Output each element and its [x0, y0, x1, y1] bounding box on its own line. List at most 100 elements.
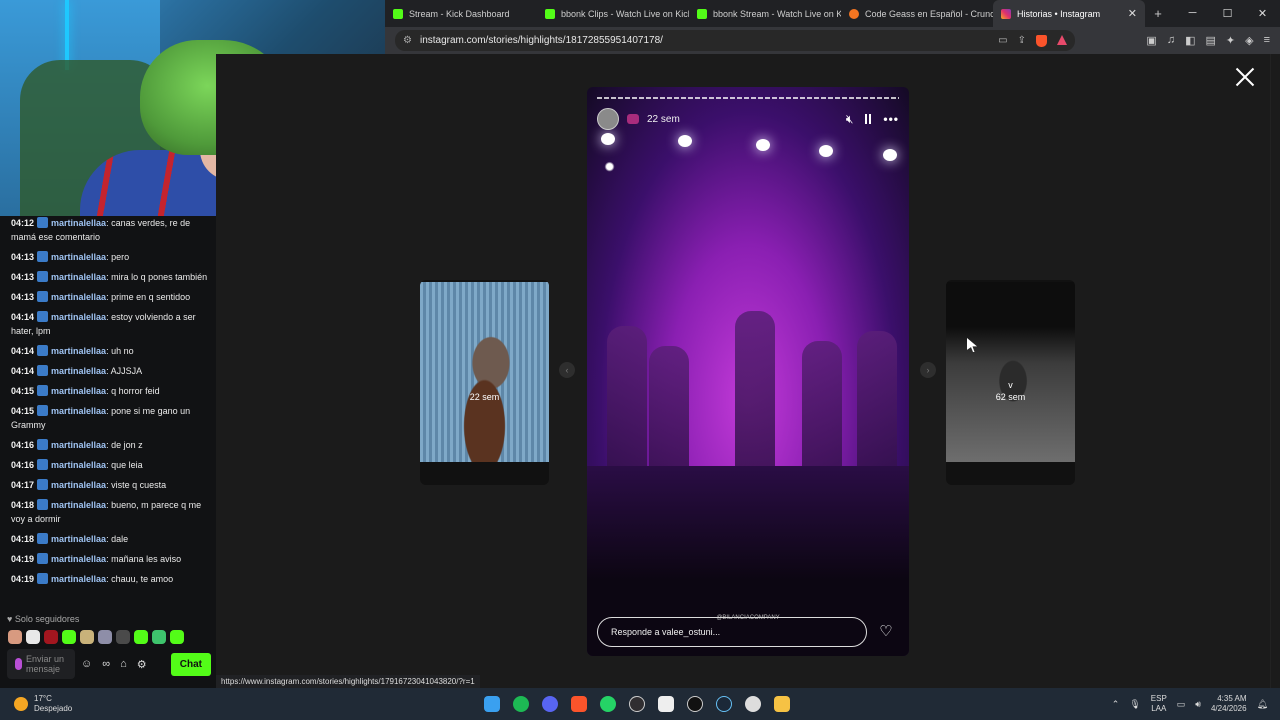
wallet-card-icon[interactable]: ▤ — [1205, 34, 1215, 47]
music-icon[interactable]: ♫ — [1167, 34, 1175, 47]
message-username[interactable]: martinalellaa — [51, 500, 106, 510]
previous-arrow-icon[interactable]: ‹ — [559, 362, 575, 378]
emote-icon[interactable] — [152, 630, 166, 644]
muted-speaker-icon[interactable]: 🔇︎ — [846, 112, 854, 127]
chat-input[interactable]: Enviar un mensaje — [7, 649, 75, 679]
more-options-icon[interactable]: ••• — [883, 112, 899, 126]
message-username[interactable]: martinalellaa — [51, 534, 106, 544]
message-username[interactable]: martinalellaa — [51, 440, 106, 450]
spotify-icon[interactable] — [513, 696, 529, 712]
emote-icon[interactable] — [116, 630, 130, 644]
taskbar-clock[interactable]: 4:35 AM 4/24/2026 — [1211, 694, 1247, 714]
site-settings-icon[interactable]: ⚙ — [403, 35, 412, 46]
message-username[interactable]: martinalellaa — [51, 460, 106, 470]
sun-icon — [14, 697, 28, 711]
notifications-icon[interactable]: 🔔︎ — [1257, 699, 1268, 710]
reply-input[interactable]: Responde a valee_ostuni... — [597, 617, 867, 647]
emote-picker-icon[interactable]: ☺ — [81, 658, 92, 670]
previous-story-preview[interactable]: 22 sem — [420, 280, 549, 485]
user-badge-icon — [37, 365, 49, 376]
message-username[interactable]: martinalellaa — [51, 554, 106, 564]
window-close-icon[interactable]: ✕ — [1245, 7, 1280, 20]
emote-icon[interactable] — [8, 630, 22, 644]
message-username[interactable]: martinalellaa — [51, 480, 106, 490]
previous-story-image — [420, 282, 549, 462]
wallet-icon[interactable]: ▣ — [1146, 34, 1156, 47]
g-hub-icon[interactable] — [687, 696, 703, 712]
user-badge-icon — [37, 439, 49, 450]
user-badge-icon — [37, 217, 49, 228]
discord-icon[interactable] — [542, 696, 558, 712]
message-time: 04:18 — [11, 534, 35, 544]
emote-icon[interactable] — [80, 630, 94, 644]
message-text: q horror feid — [111, 386, 160, 396]
menu-icon[interactable]: ≡ — [1264, 34, 1270, 47]
microphone-icon[interactable] — [15, 658, 22, 670]
connections-icon[interactable]: ∞ — [102, 658, 110, 670]
avatar[interactable] — [597, 108, 619, 130]
page-scrollbar[interactable] — [1270, 54, 1280, 688]
message-username[interactable]: martinalellaa — [51, 574, 106, 584]
mic-tray-icon[interactable]: 🎙︎ — [1129, 699, 1140, 710]
close-icon[interactable] — [1234, 66, 1256, 88]
chat-settings-icon[interactable]: ⚙ — [137, 658, 147, 671]
brave-icon[interactable] — [571, 696, 587, 712]
store-icon[interactable]: ⌂ — [120, 658, 127, 670]
leo-ai-icon[interactable]: ✦ — [1226, 34, 1235, 47]
close-tab-icon[interactable]: ✕ — [1128, 7, 1137, 20]
weather-widget[interactable]: 17°C Despejado — [0, 694, 200, 714]
whatsapp-icon[interactable] — [600, 696, 616, 712]
active-story[interactable]: 22 sem 🔇︎ ••• @BILANCIACOMPANY Responde … — [587, 87, 909, 656]
chat-message-list[interactable]: 04:12 martinalellaa: canas verdes, re de … — [0, 216, 216, 608]
message-username[interactable]: martinalellaa — [51, 272, 106, 282]
new-tab-button[interactable]: + — [1145, 6, 1171, 21]
message-username[interactable]: martinalellaa — [51, 218, 106, 228]
next-story-preview[interactable]: v 62 sem — [946, 280, 1075, 485]
volume-icon[interactable]: 🔊︎ — [1195, 699, 1201, 710]
tab-instagram[interactable]: Historias • Instagram ✕ — [993, 0, 1145, 27]
status-bar-url: https://www.instagram.com/stories/highli… — [216, 675, 480, 688]
sidebar-icon[interactable]: ◧ — [1185, 34, 1195, 47]
language-indicator[interactable]: ESP LAA — [1151, 694, 1167, 714]
tray-overflow-icon[interactable]: ⌃ — [1112, 699, 1120, 710]
message-username[interactable]: martinalellaa — [51, 346, 106, 356]
vpn-shield-icon[interactable]: ◈ — [1245, 34, 1253, 47]
epic-games-icon[interactable] — [658, 696, 674, 712]
tab-crunchyroll[interactable]: Code Geass en Español - Crunchy — [841, 0, 993, 27]
windows-start-icon[interactable] — [484, 696, 500, 712]
address-text: instagram.com/stories/highlights/1817285… — [419, 35, 663, 46]
screen-icon[interactable]: ▭ — [998, 35, 1007, 47]
message-username[interactable]: martinalellaa — [51, 386, 106, 396]
file-explorer-icon[interactable] — [774, 696, 790, 712]
share-icon[interactable]: ⇪ — [1018, 35, 1026, 47]
skull-app-icon[interactable] — [745, 696, 761, 712]
message-username[interactable]: martinalellaa — [51, 252, 106, 262]
steam-icon[interactable] — [716, 696, 732, 712]
emote-icon[interactable] — [98, 630, 112, 644]
network-icon[interactable]: ▭ — [1177, 699, 1186, 710]
next-arrow-icon[interactable]: › — [920, 362, 936, 378]
chat-message: 04:14 martinalellaa: uh no — [11, 344, 210, 358]
pause-icon[interactable] — [865, 114, 872, 124]
emote-icon[interactable] — [26, 630, 40, 644]
emote-icon[interactable] — [44, 630, 58, 644]
obs-icon[interactable] — [629, 696, 645, 712]
chat-send-button[interactable]: Chat — [170, 652, 211, 676]
tab-kick-stream[interactable]: bbonk Stream - Watch Live on Ki — [689, 0, 841, 27]
minimize-icon[interactable]: ─ — [1175, 7, 1210, 20]
maximize-icon[interactable]: ☐ — [1210, 7, 1245, 20]
tab-kick-dashboard[interactable]: Stream - Kick Dashboard — [385, 0, 537, 27]
toolbar-extensions: ▣ ♫ ◧ ▤ ✦ ◈ ≡ — [1146, 34, 1280, 47]
message-username[interactable]: martinalellaa — [51, 312, 106, 322]
emote-icon[interactable] — [170, 630, 184, 644]
message-username[interactable]: martinalellaa — [51, 292, 106, 302]
brave-shields-icon[interactable] — [1036, 34, 1047, 47]
brave-rewards-icon[interactable] — [1057, 34, 1067, 45]
message-username[interactable]: martinalellaa — [51, 366, 106, 376]
emote-icon[interactable] — [62, 630, 76, 644]
like-heart-icon[interactable]: ♡ — [877, 623, 895, 641]
tab-kick-clips[interactable]: bbonk Clips - Watch Live on Kick — [537, 0, 689, 27]
message-username[interactable]: martinalellaa — [51, 406, 106, 416]
address-bar[interactable]: ⚙ instagram.com/stories/highlights/18172… — [395, 30, 1075, 51]
emote-icon[interactable] — [134, 630, 148, 644]
